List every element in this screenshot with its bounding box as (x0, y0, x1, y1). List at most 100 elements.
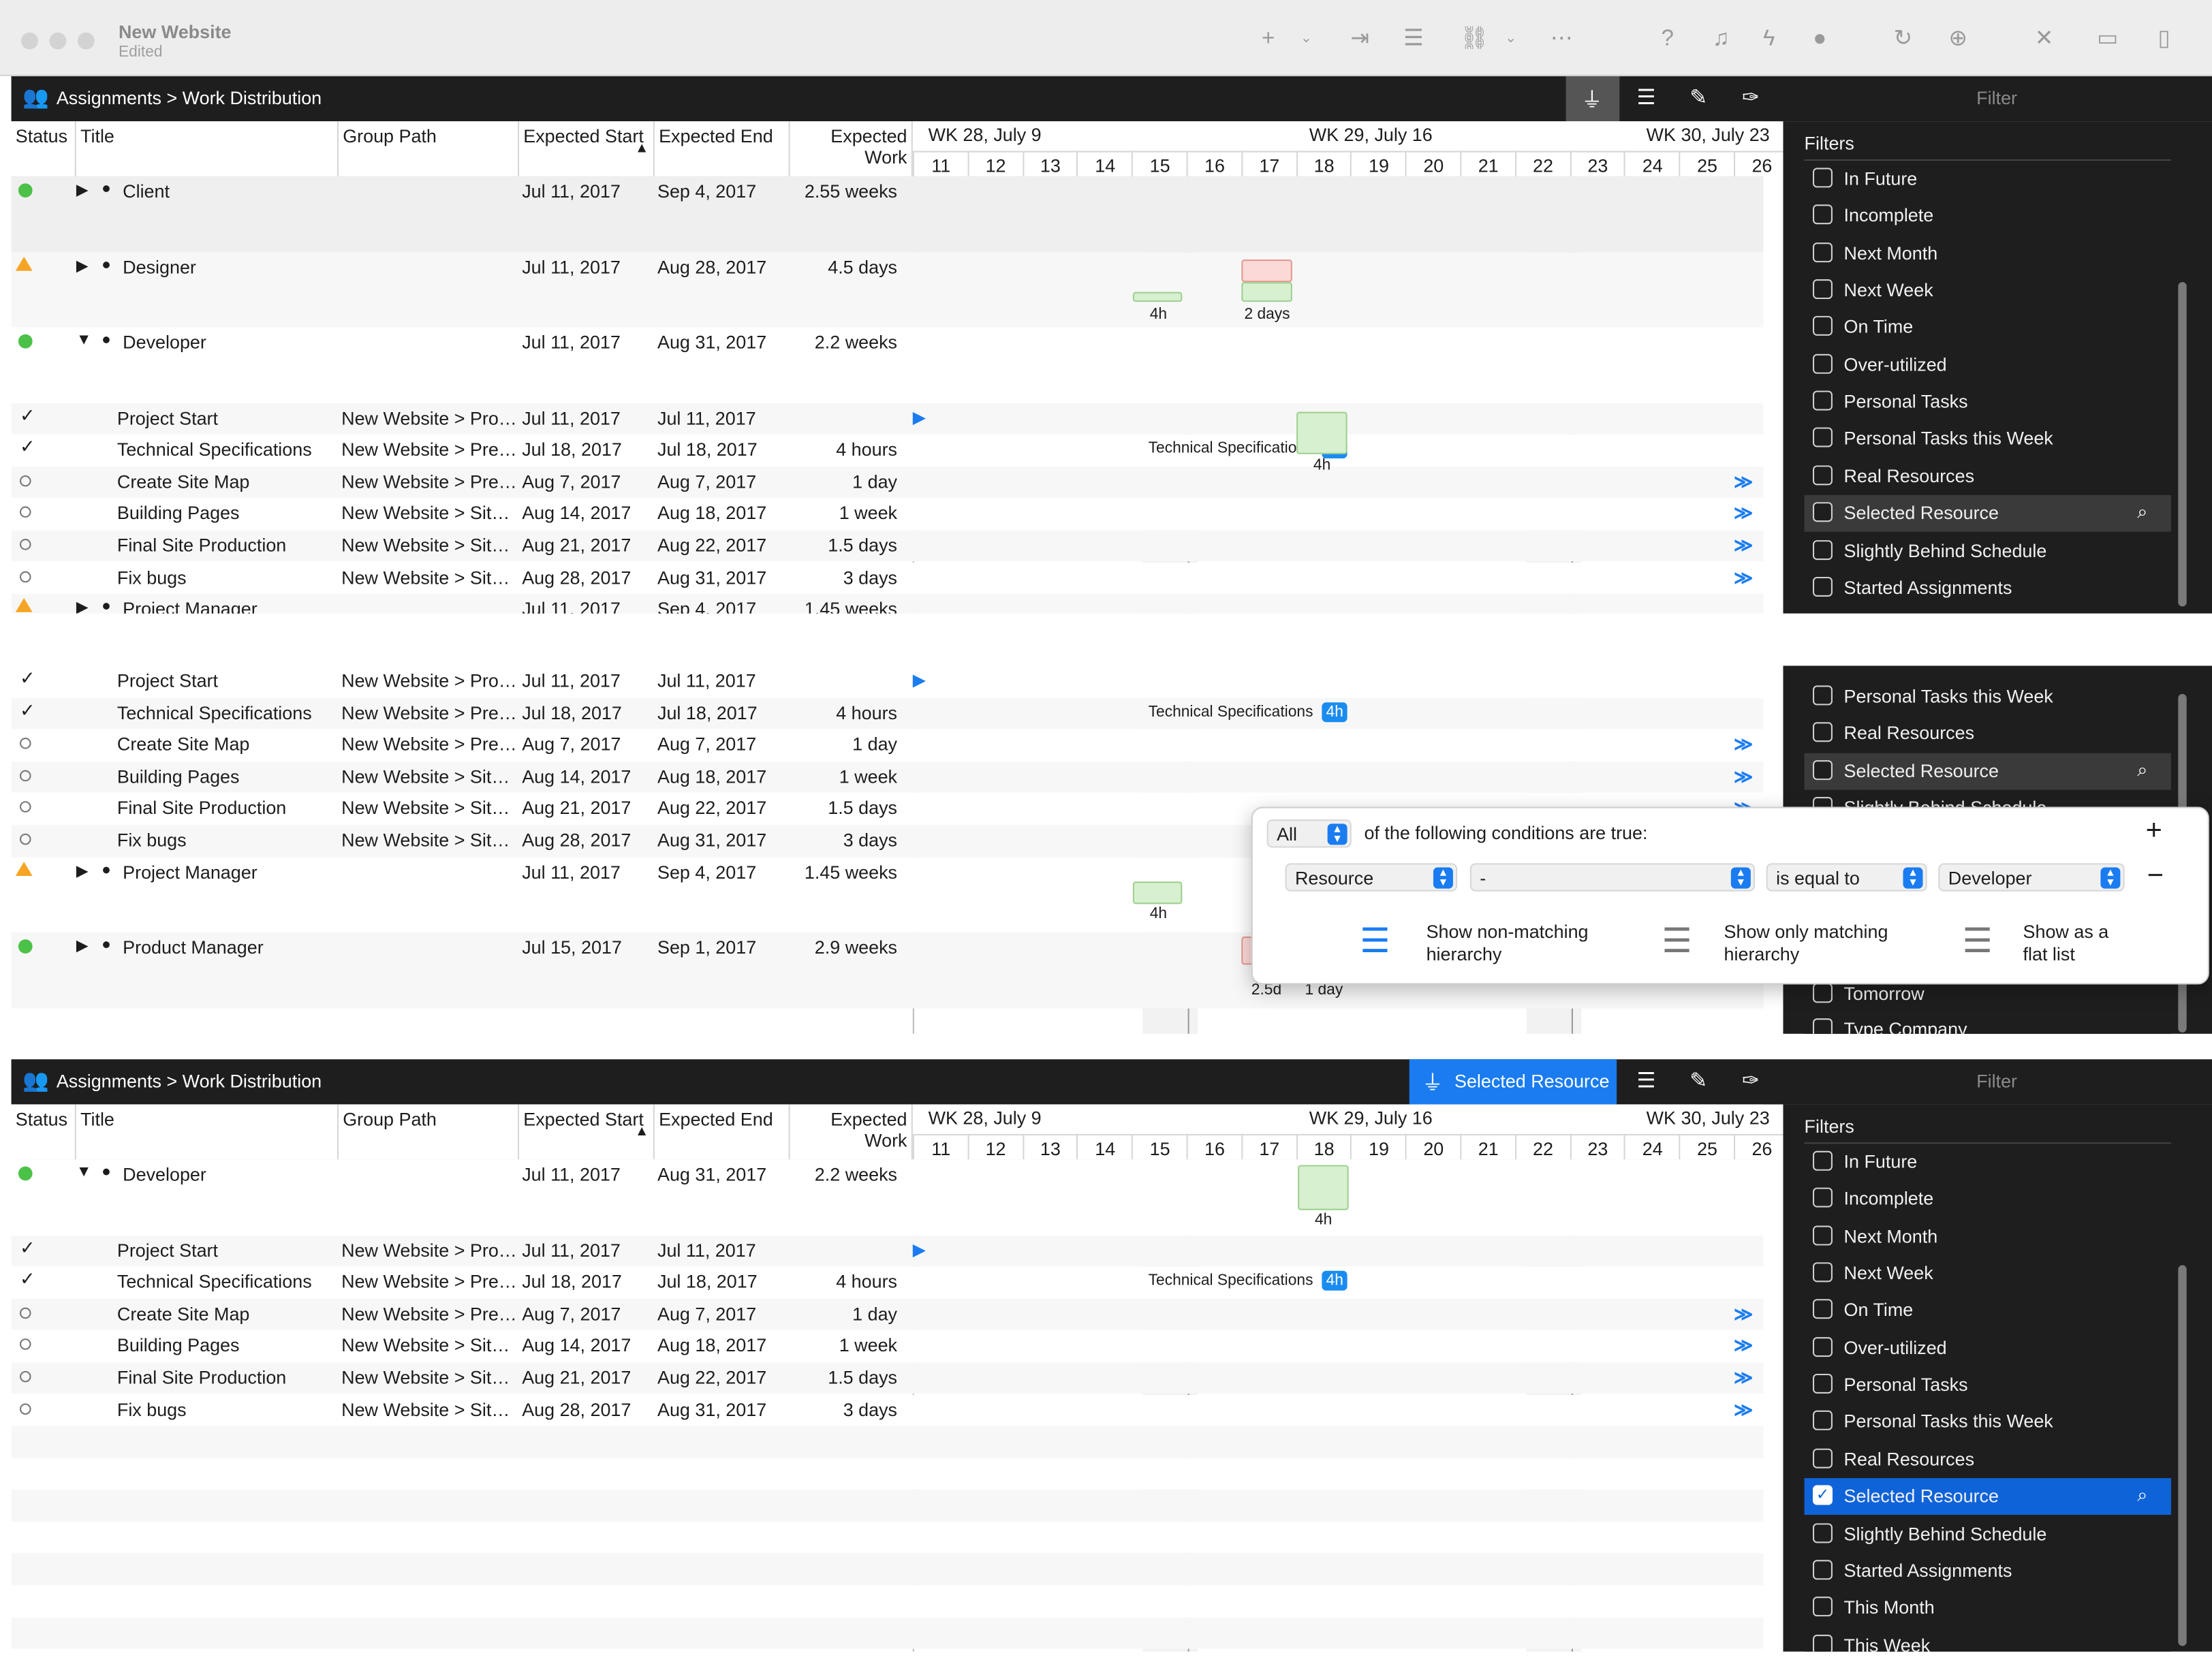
filter-checkbox[interactable] (1812, 1018, 1833, 1034)
filter-checkbox[interactable] (1812, 1597, 1833, 1617)
filter-item[interactable]: In Future (1805, 1144, 2171, 1180)
filter-checkbox[interactable] (1812, 353, 1833, 374)
filter-checkbox[interactable] (1812, 1522, 1833, 1543)
filter-item[interactable]: Real Resources (1805, 716, 2171, 753)
filter-checkbox[interactable] (1812, 465, 1833, 485)
subfield-select[interactable]: - ▴ ▾ (1469, 863, 1756, 892)
filter-checkbox[interactable] (1812, 759, 1833, 780)
search-icon[interactable]: ⌕ (2137, 501, 2147, 523)
value-select[interactable]: Developer ▴ ▾ (1938, 863, 2125, 892)
filter-item[interactable]: Incomplete (1805, 1181, 2171, 1218)
column-header-group[interactable]: Group Path (339, 1104, 520, 1161)
filter-checkbox[interactable] (1812, 722, 1833, 742)
filter-checkbox[interactable] (1812, 1150, 1833, 1171)
gantt-icon[interactable]: ☰ (1625, 1067, 1668, 1098)
resource-row[interactable]: ▶ ● Project Manager Jul 11, 2017 Sep 4, 2017… (11, 594, 1764, 614)
filter-checkbox[interactable] (1812, 390, 1833, 411)
globe-icon[interactable]: ⊕ (1946, 27, 1971, 52)
tools-icon[interactable]: ✕ (2031, 27, 2057, 52)
breadcrumb[interactable]: Assignments > Work Distribution (57, 87, 322, 108)
filter-item[interactable]: Personal Tasks this Week (1805, 421, 2171, 458)
task-row[interactable]: Fix bugs New Website > Sit… Aug 28, 2017 Au… (11, 1394, 1764, 1426)
task-row[interactable]: ✓ Technical Specifications New Website > P… (11, 1266, 1764, 1299)
hierarchy-icon[interactable]: ☰ (1360, 921, 1402, 966)
filter-item[interactable]: Started Assignments (1805, 1553, 2171, 1590)
bottom-panel-icon[interactable]: ▭ (2095, 27, 2120, 52)
filter-checkbox[interactable] (1812, 1374, 1833, 1394)
flat-list-icon[interactable]: ☰ (1962, 921, 2004, 962)
filter-item[interactable]: Over-utilized (1805, 347, 2171, 383)
task-row[interactable]: ✓ Technical Specifications New Website > P… (11, 435, 1764, 467)
filter-checkbox[interactable] (1812, 983, 1833, 1003)
task-row[interactable]: Final Site Production New Website > Sit… A… (11, 530, 1764, 563)
filter-checkbox[interactable] (1812, 539, 1833, 560)
column-header-work[interactable]: Expected Work (790, 1104, 913, 1161)
filter-item[interactable]: Real Resources (1805, 1441, 2171, 1478)
resource-row[interactable]: ▶ ● Designer Jul 11, 2017 Aug 28, 2017 4.5 da… (11, 251, 1764, 328)
resource-row[interactable]: ▼ ● Developer Jul 11, 2017 Aug 31, 2017 2.2 w… (11, 327, 1764, 403)
filter-item[interactable]: Slightly Behind Schedule (1805, 533, 2171, 569)
filter-checkbox[interactable] (1812, 576, 1833, 597)
field-select[interactable]: Resource ▴ ▾ (1285, 863, 1458, 892)
filter-checkbox[interactable] (1812, 242, 1833, 262)
filter-checkbox[interactable] (1812, 428, 1833, 448)
filter-checkbox[interactable] (1812, 1188, 1833, 1208)
column-header-work[interactable]: Expected Work (790, 121, 913, 178)
sidebar-toggle-icon[interactable]: ▯ (2151, 27, 2177, 52)
filter-item[interactable]: Selected Resource ⌕ (1804, 495, 2171, 532)
filter-checkbox[interactable] (1812, 502, 1833, 522)
task-row[interactable]: Final Site Production New Website > Sit… A… (11, 1362, 1764, 1394)
column-header-end[interactable]: Expected End (655, 121, 790, 178)
filter-item[interactable]: On Time (1805, 1293, 2171, 1330)
filter-item[interactable]: Over-utilized (1805, 1330, 2171, 1366)
filter-item[interactable]: Next Month (1805, 1219, 2171, 1255)
filter-checkbox[interactable] (1812, 1336, 1833, 1357)
filter-item[interactable]: Personal Tasks this Week (1805, 1404, 2171, 1441)
pin-icon[interactable]: ✎ (1677, 83, 1719, 114)
zoom-window-button[interactable] (77, 32, 95, 50)
resource-row[interactable]: ▼ ● Developer Jul 11, 2017 Aug 31, 2017 2.2 w… (11, 1159, 1764, 1235)
disclosure-triangle-icon[interactable]: ▶ (76, 861, 89, 879)
filter-item[interactable]: Selected Resource ⌕ (1804, 753, 2171, 790)
wrench-icon[interactable]: ✑ (1730, 83, 1772, 114)
filter-item[interactable]: This Week (1805, 1627, 2171, 1652)
filter-item[interactable]: Real Resources (1805, 458, 2171, 495)
outdent-icon[interactable]: ☰ (1401, 27, 1426, 52)
wrench-icon[interactable]: ✑ (1730, 1067, 1772, 1098)
disclosure-triangle-icon[interactable]: ▶ (76, 598, 89, 614)
search-icon[interactable]: ⌕ (2137, 1484, 2147, 1507)
add-icon[interactable]: + (1256, 27, 1281, 52)
task-row[interactable]: Building Pages New Website > Sit… Aug 14, … (11, 761, 1764, 793)
filter-checkbox[interactable] (1812, 168, 1833, 188)
gantt-icon[interactable]: ☰ (1625, 83, 1668, 114)
task-row[interactable]: ✓ Project Start New Website > Pro… Jul 11, … (11, 665, 1764, 698)
operator-select[interactable]: is equal to ▴ ▾ (1766, 863, 1927, 892)
filter-item[interactable]: This Month (1805, 1590, 2171, 1626)
task-row[interactable]: Create Site Map New Website > Pre… Aug 7, … (11, 1298, 1764, 1331)
column-header-group[interactable]: Group Path (339, 121, 520, 178)
close-window-button[interactable] (21, 32, 38, 50)
filter-item[interactable]: In Future (1805, 161, 2171, 198)
lightning-icon[interactable]: ϟ (1756, 27, 1781, 52)
show-only-matching-option[interactable]: Show only matching hierarchy (1724, 921, 1922, 966)
add-condition-button[interactable]: + (2146, 817, 2162, 845)
filter-checkbox[interactable] (1812, 685, 1833, 706)
breadcrumb[interactable]: Assignments > Work Distribution (57, 1071, 322, 1092)
filter-item[interactable]: Personal Tasks this Week (1805, 678, 2171, 715)
task-row[interactable]: Create Site Map New Website > Pre… Aug 7, … (11, 729, 1764, 761)
sync-icon[interactable]: ↻ (1890, 27, 1916, 52)
column-header-status[interactable]: Status (12, 1104, 76, 1161)
task-row[interactable]: ✓ Project Start New Website > Pro… Jul 11, … (11, 403, 1764, 435)
disclosure-triangle-icon[interactable]: ▼ (76, 332, 92, 349)
person-icon[interactable]: ● (1807, 27, 1833, 52)
filter-checkbox[interactable] (1812, 1448, 1833, 1468)
task-row[interactable]: ✓ Project Start New Website > Pro… Jul 11, … (11, 1234, 1764, 1267)
pin-icon[interactable]: ✎ (1677, 1067, 1719, 1098)
filter-checkbox[interactable] (1812, 1411, 1833, 1431)
filter-checkbox[interactable] (1812, 204, 1833, 225)
filter-checkbox[interactable] (1812, 1559, 1833, 1579)
filter-item[interactable]: Personal Tasks (1805, 383, 2171, 420)
disclosure-triangle-icon[interactable]: ▶ (76, 180, 89, 199)
filter-checkbox[interactable] (1812, 1225, 1833, 1245)
help-icon[interactable]: ? (1655, 27, 1680, 52)
